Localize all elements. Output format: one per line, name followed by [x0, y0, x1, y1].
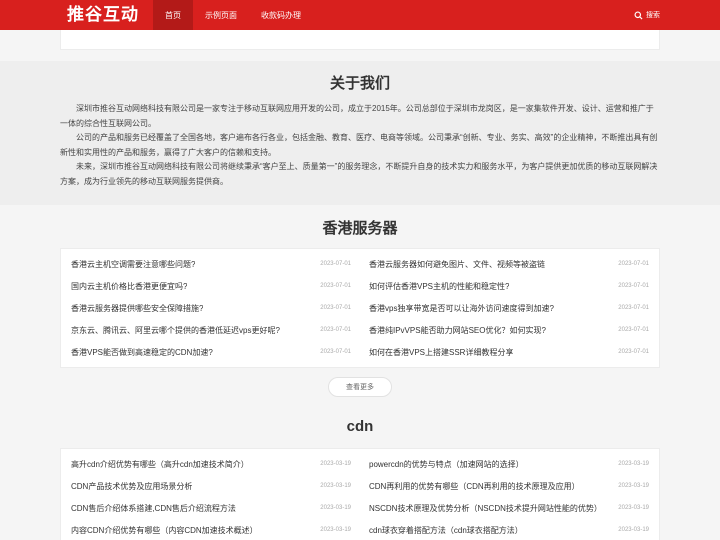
list-item-title[interactable]: 京东云、腾讯云、阿里云哪个提供的香港低延迟vps更好呢? [71, 325, 280, 336]
list-item[interactable]: 如何评估香港VPS主机的性能和稳定性? 2023-07-01 [369, 275, 649, 297]
list-item-title[interactable]: 如何评估香港VPS主机的性能和稳定性? [369, 281, 509, 292]
list-item[interactable]: powercdn的优势与特点（加速网站的选择） 2023-03-19 [369, 453, 649, 475]
list-item-date: 2023-07-01 [320, 349, 351, 355]
list-item-title[interactable]: 内容CDN介绍优势有哪些（内容CDN加速技术概述） [71, 525, 258, 536]
nav-item-home[interactable]: 首页 [153, 0, 193, 30]
list-item-date: 2023-07-01 [320, 327, 351, 333]
view-more-button[interactable]: 查看更多 [328, 377, 392, 397]
list-item-date: 2023-03-19 [618, 461, 649, 467]
hk-left-column: 香港云主机空调需要注意哪些问题? 2023-07-01 国内云主机价格比香港更便宜… [71, 249, 351, 363]
list-item-date: 2023-07-01 [320, 283, 351, 289]
list-item-title[interactable]: 香港纯IPvVPS能否助力网站SEO优化？如何实现? [369, 325, 546, 336]
list-item-date: 2023-07-01 [320, 261, 351, 267]
about-paragraph: 公司的产品和服务已经覆盖了全国各地，客户遍布各行各业，包括金融、教育、医疗、电商… [60, 133, 658, 157]
list-item[interactable]: 香港云服务器提供哪些安全保障措施? 2023-07-01 [71, 297, 351, 319]
about-paragraph: 深圳市推谷互动网络科技有限公司是一家专注于移动互联网应用开发的公司，成立于201… [60, 104, 654, 128]
list-item[interactable]: NSCDN技术原理及优势分析（NSCDN技术提升网站性能的优势） 2023-03-… [369, 497, 649, 519]
search-icon [634, 10, 643, 20]
hk-article-list: 香港云主机空调需要注意哪些问题? 2023-07-01 国内云主机价格比香港更便宜… [60, 248, 660, 368]
site-logo[interactable]: 推谷互动 [67, 4, 139, 26]
list-item-date: 2023-03-19 [320, 527, 351, 533]
list-item-title[interactable]: 香港云服务器提供哪些安全保障措施? [71, 303, 203, 314]
list-item[interactable]: cdn球衣穿着搭配方法（cdn球衣搭配方法） 2023-03-19 [369, 519, 649, 540]
list-item[interactable]: 香港纯IPvVPS能否助力网站SEO优化？如何实现? 2023-07-01 [369, 319, 649, 341]
list-item[interactable]: 如何在香港VPS上搭建SSR详细教程分享 2023-07-01 [369, 341, 649, 363]
nav-item-payment-code[interactable]: 收款码办理 [249, 0, 313, 30]
list-item[interactable]: 高升cdn介绍优势有哪些（高升cdn加速技术简介） 2023-03-19 [71, 453, 351, 475]
list-item-date: 2023-03-19 [618, 505, 649, 511]
hk-section-title: 香港服务器 [322, 220, 398, 237]
list-item-title[interactable]: 香港云主机空调需要注意哪些问题? [71, 259, 195, 270]
list-item-date: 2023-03-19 [320, 483, 351, 489]
list-item-date: 2023-07-01 [618, 261, 649, 267]
list-item[interactable]: 香港vps独享带宽是否可以让海外访问速度得到加速? 2023-07-01 [369, 297, 649, 319]
list-item-title[interactable]: 香港vps独享带宽是否可以让海外访问速度得到加速? [369, 303, 554, 314]
list-item-date: 2023-07-01 [320, 305, 351, 311]
main-nav: 首页 示例页面 收款码办理 [153, 0, 313, 30]
top-card [60, 30, 660, 50]
search-button[interactable]: 搜索 [634, 0, 660, 30]
list-item-title[interactable]: CDN产品技术优势及应用场景分析 [71, 481, 192, 492]
list-item-date: 2023-03-19 [320, 505, 351, 511]
list-item-title[interactable]: 国内云主机价格比香港更便宜吗? [71, 281, 187, 292]
cdn-article-list: 高升cdn介绍优势有哪些（高升cdn加速技术简介） 2023-03-19 CDN产… [60, 448, 660, 540]
about-paragraph: 未来，深圳市推谷互动网络科技有限公司将继续秉承“客户至上、质量第一”的服务理念，… [60, 162, 658, 186]
list-item-date: 2023-03-19 [618, 527, 649, 533]
list-item[interactable]: CDN再利用的优势有哪些（CDN再利用的技术原理及应用） 2023-03-19 [369, 475, 649, 497]
cdn-left-column: 高升cdn介绍优势有哪些（高升cdn加速技术简介） 2023-03-19 CDN产… [71, 449, 351, 540]
nav-item-sample-page[interactable]: 示例页面 [193, 0, 249, 30]
list-item-title[interactable]: 香港VPS能否做到高速稳定的CDN加速? [71, 347, 213, 358]
list-item-date: 2023-07-01 [618, 327, 649, 333]
list-item[interactable]: CDN产品技术优势及应用场景分析 2023-03-19 [71, 475, 351, 497]
list-item-title[interactable]: NSCDN技术原理及优势分析（NSCDN技术提升网站性能的优势） [369, 503, 602, 514]
list-item-title[interactable]: CDN售后介绍体系搭建,CDN售后介绍流程方法 [71, 503, 236, 514]
list-item[interactable]: CDN售后介绍体系搭建,CDN售后介绍流程方法 2023-03-19 [71, 497, 351, 519]
list-item-title[interactable]: cdn球衣穿着搭配方法（cdn球衣搭配方法） [369, 525, 523, 536]
list-item-title[interactable]: 高升cdn介绍优势有哪些（高升cdn加速技术简介） [71, 459, 249, 470]
list-item[interactable]: 香港云服务器如何避免图片、文件、视频等被盗链 2023-07-01 [369, 253, 649, 275]
site-header: 推谷互动 首页 示例页面 收款码办理 搜索 [0, 0, 720, 30]
list-item-date: 2023-07-01 [618, 349, 649, 355]
cdn-section-title: cdn [346, 418, 374, 435]
hk-right-column: 香港云服务器如何避免图片、文件、视频等被盗链 2023-07-01 如何评估香港V… [369, 249, 649, 363]
list-item-date: 2023-07-01 [618, 305, 649, 311]
about-section: 关于我们 深圳市推谷互动网络科技有限公司是一家专注于移动互联网应用开发的公司，成… [0, 61, 720, 205]
list-item-date: 2023-07-01 [618, 283, 649, 289]
list-item-date: 2023-03-19 [618, 483, 649, 489]
list-item[interactable]: 香港云主机空调需要注意哪些问题? 2023-07-01 [71, 253, 351, 275]
list-item-title[interactable]: CDN再利用的优势有哪些（CDN再利用的技术原理及应用） [369, 481, 580, 492]
search-label: 搜索 [646, 12, 660, 19]
list-item[interactable]: 内容CDN介绍优势有哪些（内容CDN加速技术概述） 2023-03-19 [71, 519, 351, 540]
list-item-title[interactable]: powercdn的优势与特点（加速网站的选择） [369, 459, 524, 470]
list-item-date: 2023-03-19 [320, 461, 351, 467]
cdn-right-column: powercdn的优势与特点（加速网站的选择） 2023-03-19 CDN再利用… [369, 449, 649, 540]
list-item[interactable]: 京东云、腾讯云、阿里云哪个提供的香港低延迟vps更好呢? 2023-07-01 [71, 319, 351, 341]
list-item-title[interactable]: 如何在香港VPS上搭建SSR详细教程分享 [369, 347, 513, 358]
list-item[interactable]: 国内云主机价格比香港更便宜吗? 2023-07-01 [71, 275, 351, 297]
about-text: 深圳市推谷互动网络科技有限公司是一家专注于移动互联网应用开发的公司，成立于201… [60, 102, 660, 190]
list-item-title[interactable]: 香港云服务器如何避免图片、文件、视频等被盗链 [369, 259, 545, 270]
list-item[interactable]: 香港VPS能否做到高速稳定的CDN加速? 2023-07-01 [71, 341, 351, 363]
about-title: 关于我们 [329, 75, 390, 92]
